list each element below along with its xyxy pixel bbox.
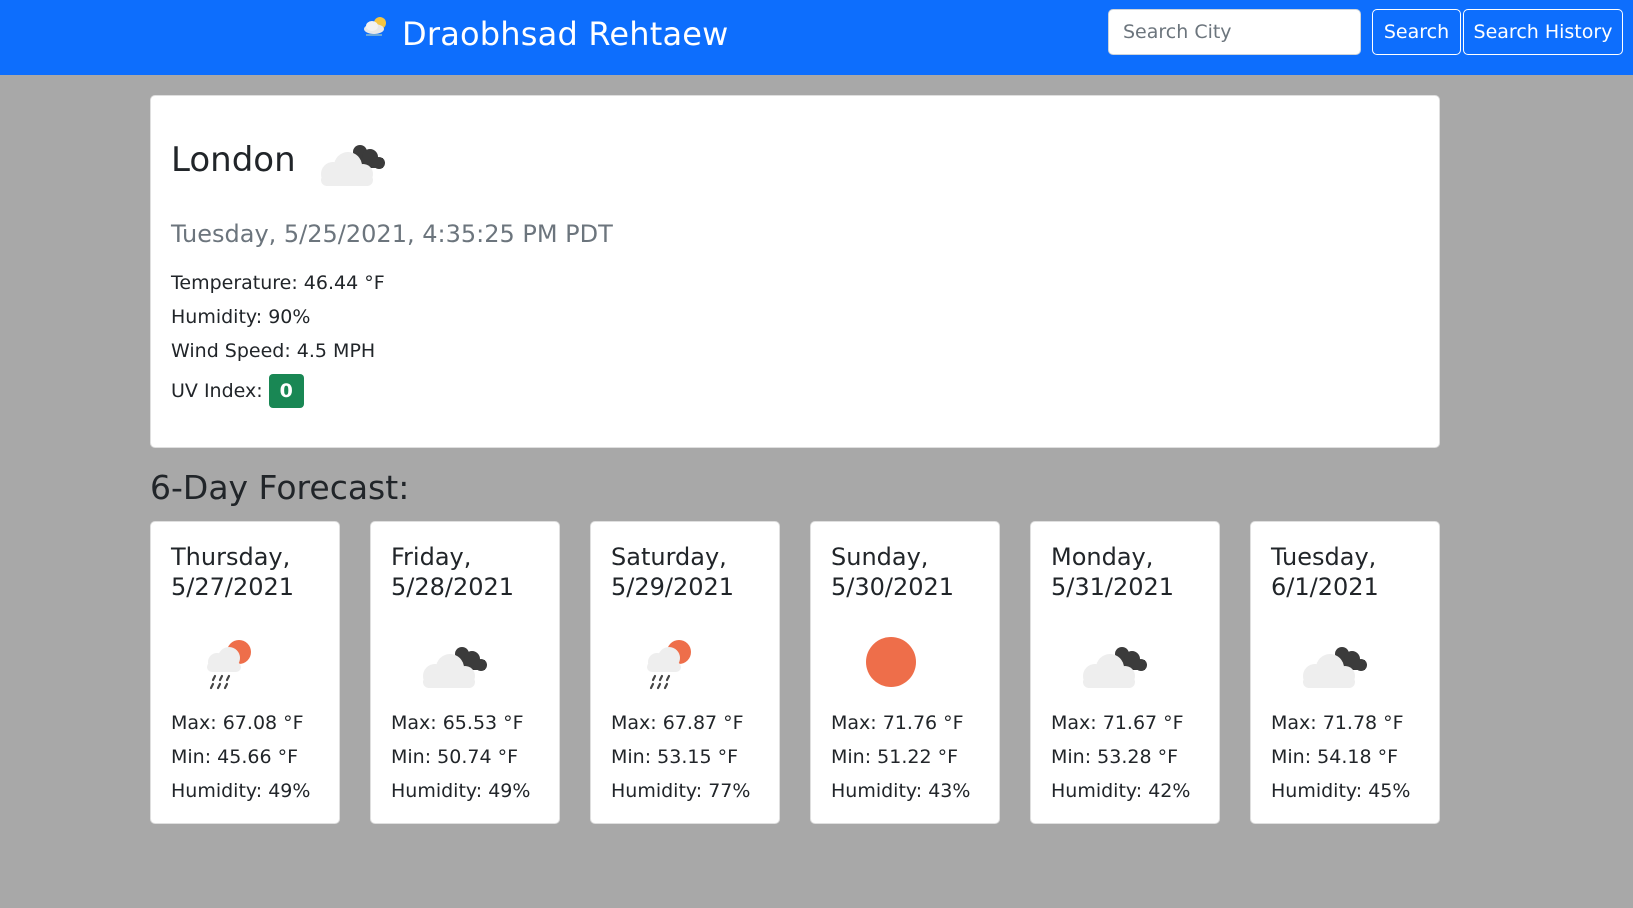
rain-sun-icon xyxy=(207,640,251,690)
forecast-date: Monday, 5/31/2021 xyxy=(1051,542,1211,602)
forecast-min: Min: 45.66 °F xyxy=(171,746,299,768)
forecast-min: Min: 53.15 °F xyxy=(611,746,739,768)
forecast-max: Max: 65.53 °F xyxy=(391,712,524,734)
forecast-card: Monday, 5/31/2021 Max: 71.67 °F Min: 53.… xyxy=(1030,521,1220,824)
app-title: Draobhsad Rehtaew xyxy=(402,15,729,53)
forecast-card: Tuesday, 6/1/2021 Max: 71.78 °F Min: 54.… xyxy=(1250,521,1440,824)
forecast-day-label: Sunday, xyxy=(831,543,929,571)
forecast-min: Min: 53.28 °F xyxy=(1051,746,1179,768)
forecast-min: Min: 54.18 °F xyxy=(1271,746,1399,768)
forecast-day-label: Thursday, xyxy=(171,543,291,571)
broken-clouds-icon xyxy=(321,145,385,186)
current-datetime: Tuesday, 5/25/2021, 4:35:25 PM PDT xyxy=(171,220,613,248)
forecast-max: Max: 71.78 °F xyxy=(1271,712,1404,734)
forecast-day-label: Monday, xyxy=(1051,543,1154,571)
forecast-date-label: 6/1/2021 xyxy=(1271,573,1379,601)
partly-cloudy-icon xyxy=(364,17,386,36)
forecast-date: Thursday, 5/27/2021 xyxy=(171,542,331,602)
forecast-humidity: Humidity: 49% xyxy=(391,780,531,802)
uv-index-label: UV Index: xyxy=(171,380,263,402)
forecast-max: Max: 71.67 °F xyxy=(1051,712,1184,734)
forecast-date: Saturday, 5/29/2021 xyxy=(611,542,771,602)
uv-index-row: UV Index: 0 xyxy=(171,374,304,408)
forecast-card: Sunday, 5/30/2021 Max: 71.76 °F Min: 51.… xyxy=(810,521,1000,824)
search-city-input[interactable] xyxy=(1108,9,1361,55)
sun-icon xyxy=(866,637,916,687)
forecast-date-label: 5/31/2021 xyxy=(1051,573,1175,601)
forecast-heading: 6-Day Forecast: xyxy=(150,468,410,507)
forecast-date-label: 5/28/2021 xyxy=(391,573,515,601)
humidity-text: Humidity: 90% xyxy=(171,306,311,328)
broken-clouds-icon xyxy=(423,647,487,688)
forecast-date: Tuesday, 6/1/2021 xyxy=(1271,542,1431,602)
forecast-humidity: Humidity: 45% xyxy=(1271,780,1411,802)
search-history-button[interactable]: Search History xyxy=(1463,9,1623,55)
forecast-date: Sunday, 5/30/2021 xyxy=(831,542,991,602)
forecast-date: Friday, 5/28/2021 xyxy=(391,542,551,602)
uv-index-badge: 0 xyxy=(268,374,304,408)
forecast-min: Min: 50.74 °F xyxy=(391,746,519,768)
search-button[interactable]: Search xyxy=(1372,9,1461,55)
forecast-humidity: Humidity: 42% xyxy=(1051,780,1191,802)
city-name: London xyxy=(171,140,296,180)
forecast-max: Max: 67.08 °F xyxy=(171,712,304,734)
forecast-min: Min: 51.22 °F xyxy=(831,746,959,768)
forecast-humidity: Humidity: 77% xyxy=(611,780,751,802)
forecast-day-label: Saturday, xyxy=(611,543,727,571)
forecast-max: Max: 71.76 °F xyxy=(831,712,964,734)
forecast-max: Max: 67.87 °F xyxy=(611,712,744,734)
forecast-day-label: Tuesday, xyxy=(1271,543,1377,571)
forecast-humidity: Humidity: 43% xyxy=(831,780,971,802)
forecast-date-label: 5/29/2021 xyxy=(611,573,735,601)
forecast-card: Saturday, 5/29/2021 Max: 67.87 °F Min: 5… xyxy=(590,521,780,824)
brand[interactable]: Draobhsad Rehtaew xyxy=(360,8,729,60)
current-weather-card: London Tuesday, 5/25/2021, 4:35:25 PM PD… xyxy=(150,95,1440,448)
forecast-card: Friday, 5/28/2021 Max: 65.53 °F Min: 50.… xyxy=(370,521,560,824)
forecast-humidity: Humidity: 49% xyxy=(171,780,311,802)
forecast-card: Thursday, 5/27/2021 Max: 67.08 °F Min: 4… xyxy=(150,521,340,824)
forecast-date-label: 5/30/2021 xyxy=(831,573,955,601)
wind-speed-text: Wind Speed: 4.5 MPH xyxy=(171,340,376,362)
navbar: Draobhsad Rehtaew Search Search History xyxy=(0,0,1633,75)
forecast-day-label: Friday, xyxy=(391,543,472,571)
broken-clouds-icon xyxy=(1303,647,1367,688)
city-row: London xyxy=(171,140,296,180)
forecast-date-label: 5/27/2021 xyxy=(171,573,295,601)
temperature-text: Temperature: 46.44 °F xyxy=(171,272,385,294)
rain-sun-icon xyxy=(647,640,691,690)
broken-clouds-icon xyxy=(1083,647,1147,688)
